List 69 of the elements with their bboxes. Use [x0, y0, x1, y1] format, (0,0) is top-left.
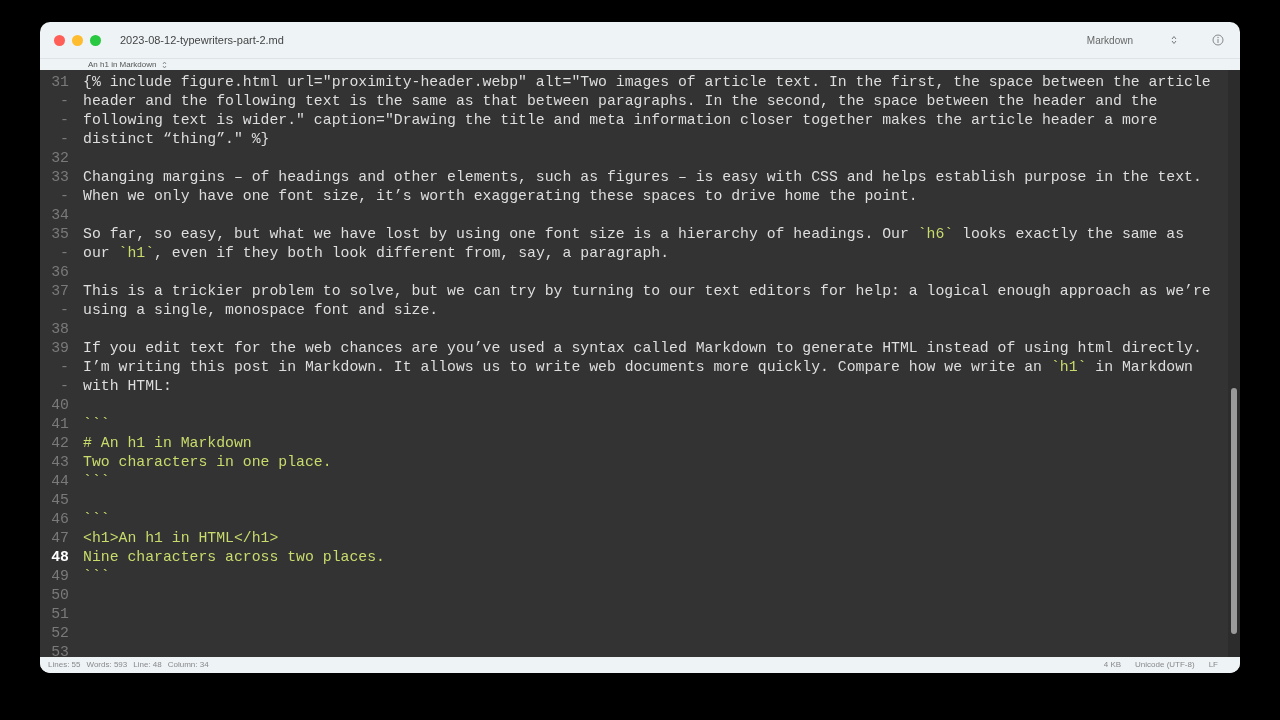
scrollbar-thumb[interactable]: [1231, 388, 1237, 634]
line-number: 31: [50, 73, 70, 92]
status-text: Column: 34: [167, 659, 209, 671]
line-number: 46: [50, 510, 70, 529]
code-line: using a single, monospace font and size.: [83, 301, 439, 320]
line-number: 38: [50, 320, 70, 339]
wrap-mark: -: [59, 244, 70, 263]
wrap-mark: -: [59, 358, 70, 377]
code-line: Nine characters across two places.: [83, 548, 385, 567]
line-number: 42: [50, 434, 70, 453]
line-number: 50: [50, 586, 70, 605]
code-line: When we only have one font size, it’s worth exaggerating these spaces to drive home the point.: [83, 187, 918, 206]
wrap-mark: -: [59, 111, 70, 130]
code-line: This is a trickier problem to solve, but we can try by turning to our text editors for help: a logical enough approach as we’re: [83, 282, 1211, 301]
status-text[interactable]: 4 KB: [1103, 659, 1122, 671]
code-line: ```: [83, 510, 110, 529]
code-line: header and the following text is the same as that between paragraphs. In the second, the space between the header and the: [83, 92, 1158, 111]
status-text: Words: 593: [86, 659, 128, 671]
line-number: 40: [50, 396, 70, 415]
line-number: 51: [50, 605, 70, 624]
code-line: So far, so easy, but what we have lost by using one font size is a hierarchy of headings. Our `h6` looks exactly the same as: [83, 225, 1185, 244]
line-number: 48: [50, 548, 70, 567]
line-number: 44: [50, 472, 70, 491]
line-number: 32: [50, 149, 70, 168]
line-number: 52: [50, 624, 70, 643]
line-number: 53: [50, 643, 70, 657]
status-text: Lines: 55: [48, 659, 81, 671]
status-text[interactable]: LF: [1208, 659, 1218, 671]
line-number: 49: [50, 567, 70, 586]
code-line: ```: [83, 415, 110, 434]
close-icon[interactable]: [54, 34, 65, 46]
info-icon[interactable]: [1212, 34, 1224, 46]
updown-chevron-icon: [162, 60, 168, 69]
minimize-icon[interactable]: [72, 34, 83, 46]
line-number: 47: [50, 529, 70, 548]
wrap-mark: -: [59, 377, 70, 396]
code-line: Two characters in one place.: [83, 453, 332, 472]
code-line: Changing margins – of headings and other elements, such as figures – is easy with CSS and helps establish purpose in the text.: [83, 168, 1202, 187]
code-line: I’m writing this post in Markdown. It allows us to write web documents more quickly. Compare how we write an `h1` in Markdown: [83, 358, 1193, 377]
syntax-dropdown[interactable]: Markdown: [1086, 32, 1177, 48]
line-number: 33: [50, 168, 70, 187]
line-number: 39: [50, 339, 70, 358]
window-title: 2023-08-12-typewriters-part-2.md: [120, 32, 284, 48]
line-number: 34: [50, 206, 70, 225]
code-line: ```: [83, 472, 110, 491]
line-number: 36: [50, 263, 70, 282]
code-line: <h1>An h1 in HTML</h1>: [83, 529, 279, 548]
status-text[interactable]: Unicode (UTF-8): [1135, 659, 1195, 671]
line-number: 37: [50, 282, 70, 301]
code-line: with HTML:: [83, 377, 172, 396]
line-number: 41: [50, 415, 70, 434]
code-line: distinct “thing”." %}: [83, 130, 270, 149]
code-line: If you edit text for the web chances are you’ve used a syntax called Markdown to generate HTML instead of using html directly.: [83, 339, 1202, 358]
wrap-mark: -: [59, 130, 70, 149]
code-line: ```: [83, 567, 110, 586]
status-text: Line: 48: [133, 659, 162, 671]
code-line: our `h1`, even if they both look different from, say, a paragraph.: [83, 244, 670, 263]
zoom-icon[interactable]: [90, 34, 101, 46]
line-number: 35: [50, 225, 70, 244]
line-number: 43: [50, 453, 70, 472]
code-line: following text is wider." caption="Drawing the title and meta information closer together makes the article header a more: [83, 111, 1158, 130]
wrap-mark: -: [59, 92, 70, 111]
updown-chevron-icon: [1171, 35, 1177, 45]
symbol-dropdown[interactable]: An h1 in Markdown: [88, 58, 168, 71]
code-line: # An h1 in Markdown: [83, 434, 252, 453]
wrap-mark: -: [59, 187, 70, 206]
wrap-mark: -: [59, 301, 70, 320]
line-number: 45: [50, 491, 70, 510]
code-line: {% include figure.html url="proximity-header.webp" alt="Two images of article text. In the first, the space between the article: [83, 73, 1211, 92]
